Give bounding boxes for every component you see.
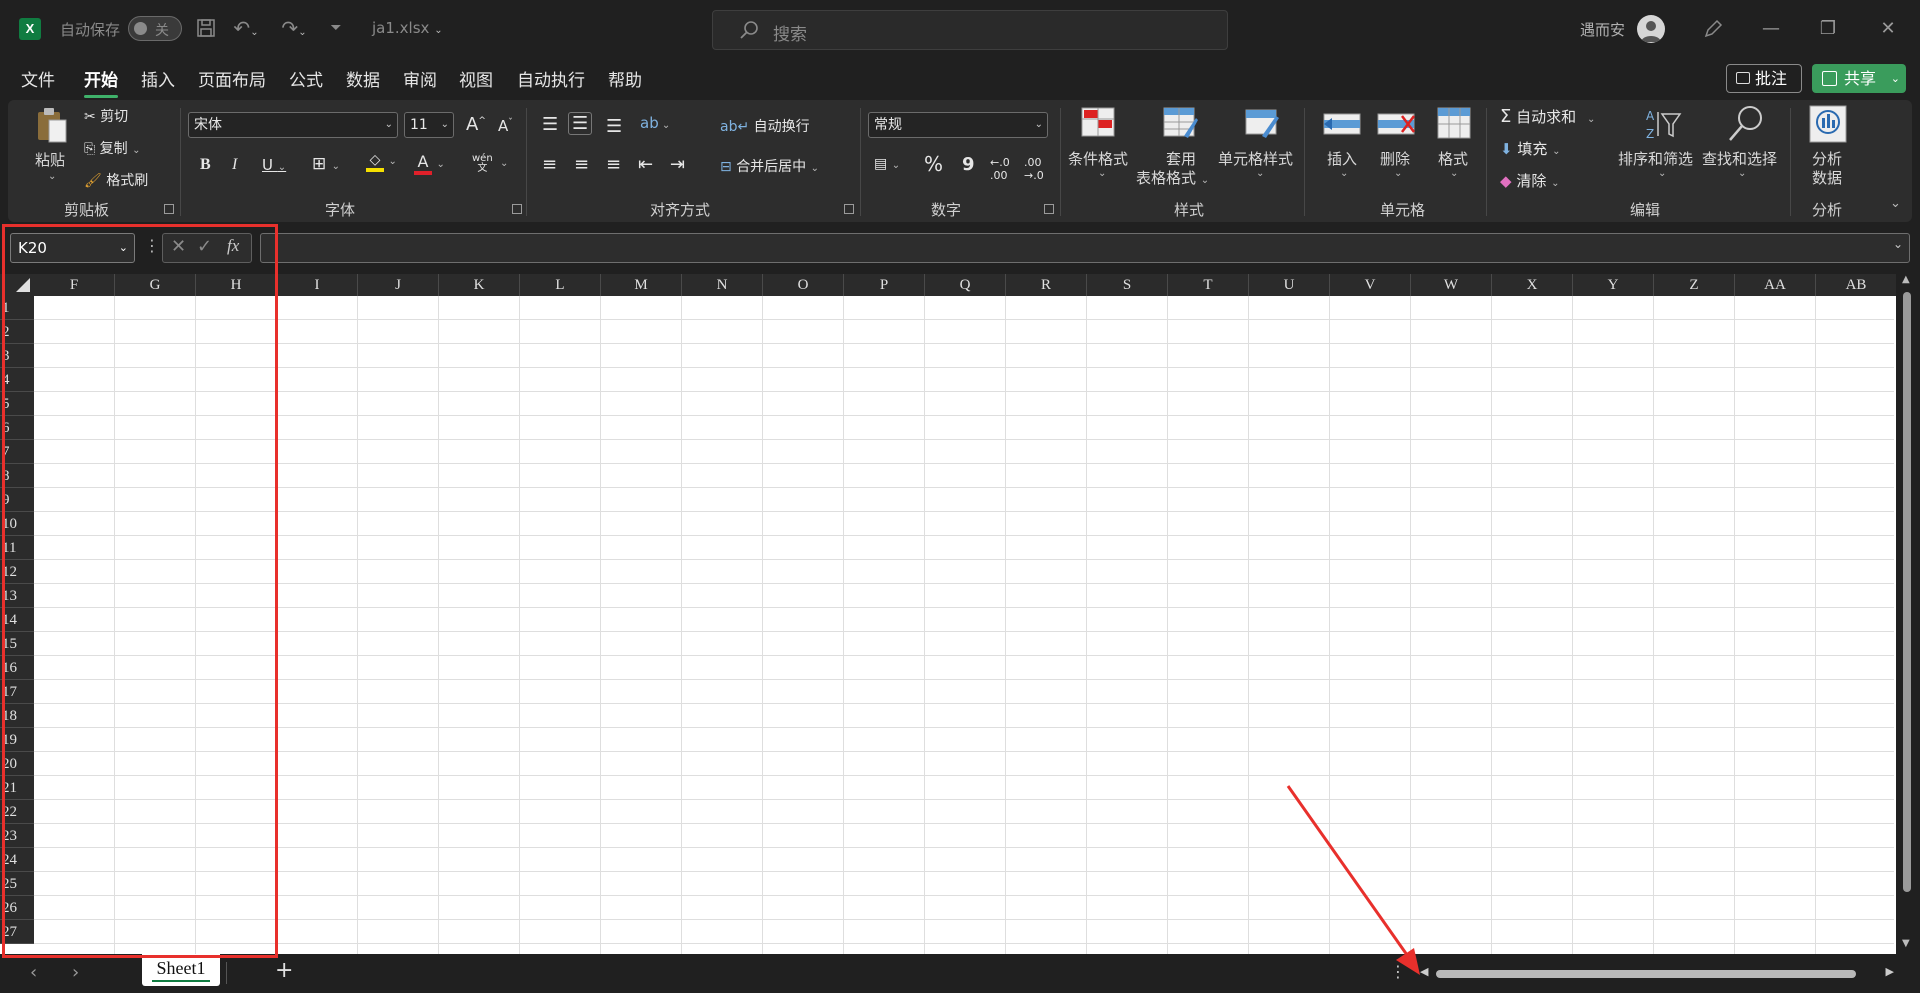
excel-window: X 自动保存 关 ↶⌄ ↷⌄ ⏷ ja1.xlsx ⌄ 搜索 遇而安 — ❐ ✕…	[0, 0, 1920, 993]
annotation-arrow	[1286, 785, 1420, 975]
